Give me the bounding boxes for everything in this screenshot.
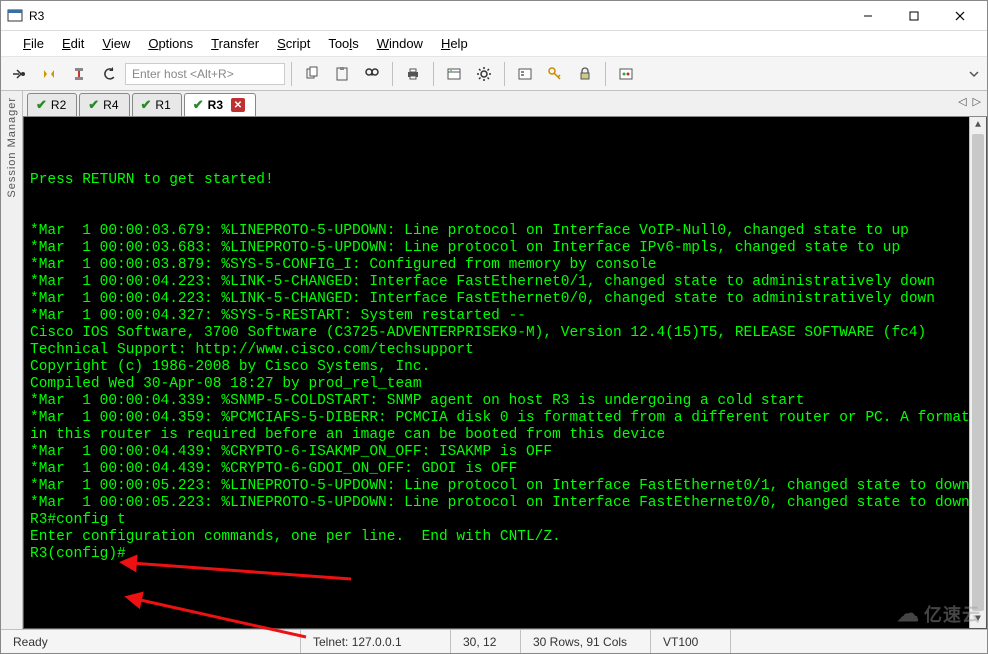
disconnect-icon[interactable] bbox=[65, 60, 93, 88]
menu-transfer[interactable]: Transfer bbox=[211, 36, 259, 51]
status-ready: Ready bbox=[1, 630, 301, 653]
cloud-icon: ☁ bbox=[897, 601, 920, 627]
tabs-next-icon[interactable]: ▷ bbox=[973, 95, 981, 108]
reconnect-icon[interactable] bbox=[35, 60, 63, 88]
host-input[interactable]: Enter host <Alt+R> bbox=[125, 63, 285, 85]
check-icon: ✔ bbox=[88, 97, 99, 113]
print-icon[interactable] bbox=[399, 60, 427, 88]
status-right bbox=[731, 630, 987, 653]
terminal-line: Press RETURN to get started! bbox=[30, 172, 982, 189]
terminal-line: *Mar 1 00:00:04.359: %PCMCIAFS-5-DIBERR:… bbox=[30, 410, 982, 444]
terminal-line: Copyright (c) 1986-2008 by Cisco Systems… bbox=[30, 359, 982, 376]
menu-edit[interactable]: Edit bbox=[62, 36, 84, 51]
toolbar-separator bbox=[392, 62, 393, 86]
status-cursor-pos: 30, 12 bbox=[451, 630, 521, 653]
quick-connect-icon[interactable] bbox=[5, 60, 33, 88]
terminal-line: R3#config t bbox=[30, 512, 982, 529]
window-title: R3 bbox=[29, 9, 44, 23]
terminal-line: *Mar 1 00:00:04.339: %SNMP-5-COLDSTART: … bbox=[30, 393, 982, 410]
terminal-line: *Mar 1 00:00:03.679: %LINEPROTO-5-UPDOWN… bbox=[30, 223, 982, 240]
status-dimensions: 30 Rows, 91 Cols bbox=[521, 630, 651, 653]
terminal-line: Technical Support: http://www.cisco.com/… bbox=[30, 342, 982, 359]
xyz-icon[interactable] bbox=[612, 60, 640, 88]
terminal-line: *Mar 1 00:00:04.223: %LINK-5-CHANGED: In… bbox=[30, 291, 982, 308]
terminal-line bbox=[30, 189, 982, 206]
maximize-button[interactable] bbox=[891, 1, 937, 31]
menu-file[interactable]: File bbox=[23, 36, 44, 51]
terminal-line bbox=[30, 206, 982, 223]
session-tabs: ✔R2 ✔R4 ✔R1 ✔R3✕ ◁ ▷ bbox=[23, 91, 987, 117]
find-icon[interactable] bbox=[358, 60, 386, 88]
tab-r4[interactable]: ✔R4 bbox=[79, 93, 129, 116]
paste-icon[interactable] bbox=[328, 60, 356, 88]
settings-icon[interactable] bbox=[470, 60, 498, 88]
terminal-line: *Mar 1 00:00:04.327: %SYS-5-RESTART: Sys… bbox=[30, 308, 982, 325]
toolbar: Enter host <Alt+R> bbox=[1, 57, 987, 91]
tab-r3[interactable]: ✔R3✕ bbox=[184, 93, 256, 116]
terminal-line: Enter configuration commands, one per li… bbox=[30, 529, 982, 546]
menu-window[interactable]: Window bbox=[377, 36, 423, 51]
session-manager-sidebar[interactable]: Session Manager bbox=[1, 91, 23, 629]
menu-tools[interactable]: Tools bbox=[328, 36, 358, 51]
scroll-up-icon[interactable]: ▲ bbox=[970, 117, 986, 134]
terminal-line: Compiled Wed 30-Apr-08 18:27 by prod_rel… bbox=[30, 376, 982, 393]
properties-icon[interactable] bbox=[440, 60, 468, 88]
watermark: ☁ 亿速云 bbox=[897, 601, 981, 627]
vertical-scrollbar[interactable]: ▲ ▼ bbox=[969, 117, 986, 628]
close-button[interactable] bbox=[937, 1, 983, 31]
terminal-line: *Mar 1 00:00:05.223: %LINEPROTO-5-UPDOWN… bbox=[30, 495, 982, 512]
menu-view[interactable]: View bbox=[102, 36, 130, 51]
terminal-line: *Mar 1 00:00:05.223: %LINEPROTO-5-UPDOWN… bbox=[30, 478, 982, 495]
toolbar-separator bbox=[605, 62, 606, 86]
lock-icon[interactable] bbox=[571, 60, 599, 88]
terminal-line: *Mar 1 00:00:03.879: %SYS-5-CONFIG_I: Co… bbox=[30, 257, 982, 274]
terminal-line: *Mar 1 00:00:03.683: %LINEPROTO-5-UPDOWN… bbox=[30, 240, 982, 257]
title-bar: R3 bbox=[1, 1, 987, 31]
terminal-output[interactable]: Press RETURN to get started! *Mar 1 00:0… bbox=[23, 117, 987, 629]
copy-icon[interactable] bbox=[298, 60, 326, 88]
sidebar-label: Session Manager bbox=[6, 97, 18, 198]
tabs-prev-icon[interactable]: ◁ bbox=[958, 95, 966, 108]
tab-r1[interactable]: ✔R1 bbox=[132, 93, 182, 116]
status-term-type: VT100 bbox=[651, 630, 731, 653]
close-tab-icon[interactable]: ✕ bbox=[231, 98, 245, 112]
host-placeholder: Enter host <Alt+R> bbox=[132, 67, 234, 81]
menu-options[interactable]: Options bbox=[148, 36, 193, 51]
toolbar-separator bbox=[433, 62, 434, 86]
toolbar-options-icon[interactable] bbox=[965, 60, 983, 88]
check-icon: ✔ bbox=[193, 97, 204, 113]
terminal-line: R3(config)# bbox=[30, 546, 982, 563]
terminal-line: *Mar 1 00:00:04.439: %CRYPTO-6-GDOI_ON_O… bbox=[30, 461, 982, 478]
tabs-nav: ◁ ▷ bbox=[958, 95, 981, 108]
terminal-line: *Mar 1 00:00:04.223: %LINK-5-CHANGED: In… bbox=[30, 274, 982, 291]
reconnect-all-icon[interactable] bbox=[95, 60, 123, 88]
menu-bar: File Edit View Options Transfer Script T… bbox=[1, 31, 987, 57]
status-bar: Ready Telnet: 127.0.0.1 30, 12 30 Rows, … bbox=[1, 629, 987, 653]
terminal-line: *Mar 1 00:00:04.439: %CRYPTO-6-ISAKMP_ON… bbox=[30, 444, 982, 461]
toolbar-separator bbox=[504, 62, 505, 86]
toolbar-separator bbox=[291, 62, 292, 86]
key-icon[interactable] bbox=[541, 60, 569, 88]
app-icon bbox=[7, 8, 23, 24]
menu-script[interactable]: Script bbox=[277, 36, 310, 51]
scroll-thumb[interactable] bbox=[972, 134, 984, 611]
tab-r2[interactable]: ✔R2 bbox=[27, 93, 77, 116]
menu-help[interactable]: Help bbox=[441, 36, 468, 51]
status-connection: Telnet: 127.0.0.1 bbox=[301, 630, 451, 653]
minimize-button[interactable] bbox=[845, 1, 891, 31]
terminal-line: Cisco IOS Software, 3700 Software (C3725… bbox=[30, 325, 982, 342]
check-icon: ✔ bbox=[36, 97, 47, 113]
session-options-icon[interactable] bbox=[511, 60, 539, 88]
check-icon: ✔ bbox=[141, 97, 152, 113]
scroll-track[interactable] bbox=[970, 134, 986, 611]
